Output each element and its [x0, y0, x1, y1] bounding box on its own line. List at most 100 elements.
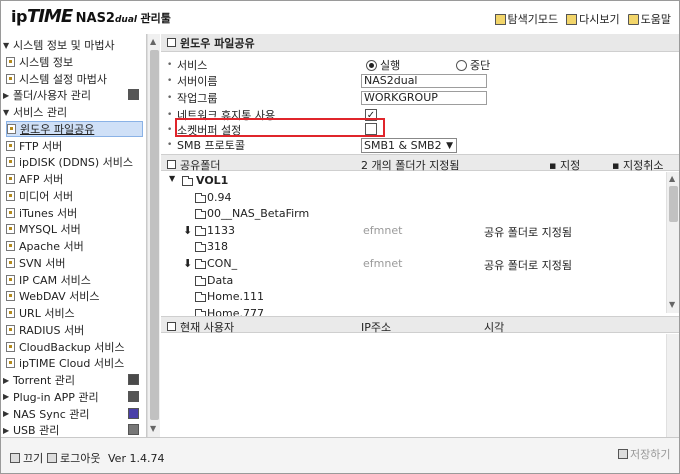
group-action-icon[interactable] — [128, 390, 139, 402]
power-icon — [10, 453, 20, 463]
chevron-down-icon: ▼ — [3, 40, 10, 50]
sidebar-scroll-thumb[interactable] — [150, 50, 159, 420]
tree-row[interactable]: 318 — [161, 240, 666, 255]
sidebar-item[interactable]: 미디어 서버 — [6, 188, 146, 204]
server-name-row: • 서버이름 — [167, 72, 217, 89]
smb-protocol-select[interactable]: SMB1 & SMB2 ▼ — [361, 138, 457, 153]
logo-brand-ip: ip — [11, 7, 27, 26]
sidebar-item[interactable]: ipDISK (DDNS) 서비스 — [6, 154, 146, 170]
sidebar-item[interactable]: 시스템 설정 마법사 — [6, 71, 146, 87]
folder-icon — [182, 176, 193, 186]
off-button[interactable]: 끄기 — [10, 450, 43, 466]
sidebar-item[interactable]: IP CAM 서비스 — [6, 272, 146, 288]
refresh-label: 다시보기 — [579, 13, 620, 26]
chevron-right-icon: ▶ — [3, 409, 10, 418]
sidebar-item[interactable]: AFP 서버 — [6, 171, 146, 187]
sidebar-item[interactable]: Apache 서버 — [6, 238, 146, 254]
scroll-up-icon[interactable]: ▲ — [669, 174, 675, 183]
tree-row[interactable]: Home.111 — [161, 290, 666, 305]
sidebar-item-label: 시스템 정보 — [19, 55, 74, 69]
server-name-input[interactable]: NAS2dual — [361, 74, 487, 88]
folder-name: VOL1 — [196, 174, 229, 187]
scroll-up-icon[interactable]: ▲ — [150, 37, 156, 46]
folder-name: Data — [207, 273, 234, 287]
sidebar-item-label: CloudBackup 서비스 — [19, 340, 125, 354]
sidebar-item[interactable]: ▼ 시스템 정보 및 마법사 — [3, 37, 146, 53]
logo-admin: 관리툴 — [140, 12, 171, 25]
users-panel-header: 현재 사용자 IP주소 시각 — [161, 316, 679, 334]
folder-icon — [195, 242, 206, 253]
tree-row[interactable]: 0.94 — [161, 191, 666, 206]
sidebar-item[interactable]: ▶ 폴더/사용자 관리 — [3, 87, 146, 103]
tree-row[interactable]: ⬇ 1133 efmnet 공유 폴더로 지정됨 — [161, 224, 666, 239]
sidebar-scrollbar[interactable]: ▲ ▼ — [147, 34, 160, 437]
sidebar-item[interactable]: CloudBackup 서비스 — [6, 339, 146, 355]
sidebar-item[interactable]: RADIUS 서버 — [6, 322, 146, 338]
footer: 끄기 로그아웃 Ver 1.4.74 저장하기 — [1, 437, 679, 473]
service-run-label: 실행 — [380, 59, 401, 72]
sidebar-item[interactable]: ▶ NAS Sync 관리 — [3, 406, 146, 422]
group-action-icon[interactable] — [128, 424, 139, 436]
save-button[interactable]: 저장하기 — [618, 446, 670, 462]
folder-icon — [195, 192, 206, 203]
logout-button[interactable]: 로그아웃 — [47, 450, 100, 466]
sidebar-item[interactable]: ipTIME Cloud 서비스 — [6, 355, 146, 371]
group-action-icon[interactable] — [128, 407, 139, 419]
page-icon — [6, 324, 15, 335]
sidebar-item-label: ipTIME Cloud 서비스 — [19, 357, 125, 371]
sidebar-item[interactable]: URL 서비스 — [6, 305, 146, 321]
sidebar-item[interactable]: ▶ Torrent 관리 — [3, 372, 146, 388]
page-icon — [6, 140, 15, 151]
users-scrollbar[interactable] — [666, 334, 679, 437]
sidebar-item[interactable]: FTP 서버 — [6, 138, 146, 154]
group-action-icon[interactable] — [128, 89, 139, 101]
chevron-down-icon[interactable]: ▼ — [169, 174, 175, 183]
shared-icon: ⬇ — [183, 257, 193, 270]
scroll-down-icon[interactable]: ▼ — [669, 300, 675, 309]
scroll-down-icon[interactable]: ▼ — [150, 424, 156, 433]
share-panel-header: 공유폴더 2 개의 폴더가 지정됨 ▪ 지정 ▪ 지정취소 — [161, 154, 679, 173]
radio-off-icon — [456, 59, 467, 71]
page-icon — [6, 341, 15, 352]
tree-row[interactable]: ▼ VOL1 — [161, 174, 666, 189]
folder-icon — [195, 259, 206, 269]
sidebar-item[interactable]: MYSQL 서버 — [6, 221, 146, 237]
refresh-button[interactable]: 다시보기 — [566, 11, 620, 27]
sidebar-item[interactable]: WebDAV 서비스 — [6, 288, 146, 304]
tree-scrollbar[interactable]: ▲ ▼ — [666, 172, 679, 313]
page-icon — [6, 190, 15, 201]
page-icon — [6, 157, 15, 168]
sidebar-item[interactable]: ▶ USB 관리 — [3, 422, 146, 437]
chevron-right-icon: ▶ — [3, 392, 10, 402]
sidebar-item[interactable]: 윈도우 파일공유 — [6, 120, 143, 137]
radio-on-icon — [366, 59, 377, 71]
set-share-button[interactable]: ▪ 지정 — [549, 157, 580, 173]
service-run-radio[interactable]: 실행 — [366, 57, 400, 73]
tree-row[interactable]: Data — [161, 274, 666, 289]
help-button[interactable]: 도움말 — [627, 11, 671, 27]
sidebar: ▼ 시스템 정보 및 마법사 시스템 정보 시스템 설정 마법사 ▶ 폴더/사용자 관리 ▼… — [1, 34, 147, 437]
ip-column: IP주소 — [361, 321, 392, 334]
sidebar-item[interactable]: ▼ 서비스 관리 — [3, 104, 146, 120]
sidebar-item[interactable]: 시스템 정보 — [6, 54, 146, 70]
unset-share-button[interactable]: ▪ 지정취소 — [612, 157, 663, 173]
workgroup-input[interactable]: WORKGROUP — [361, 91, 487, 105]
page-icon — [6, 174, 15, 184]
sidebar-item[interactable]: ▶ Plug-in APP 관리 — [3, 389, 146, 405]
explorer-mode-button[interactable]: 탐색기모드 — [494, 11, 558, 27]
share-folder-icon — [167, 160, 176, 169]
sidebar-item-label: 서비스 관리 — [13, 106, 68, 119]
sidebar-item[interactable]: iTunes 서버 — [6, 205, 146, 221]
sidebar-item-label: USB 관리 — [13, 424, 60, 437]
tree-row[interactable]: ⬇ CON_ efmnet 공유 폴더로 지정됨 — [161, 257, 666, 272]
sidebar-item[interactable]: SVN 서버 — [6, 255, 146, 271]
sidebar-item-label: MYSQL 서버 — [19, 223, 81, 237]
help-label: 도움말 — [640, 13, 671, 26]
service-stop-radio[interactable]: 중단 — [456, 57, 490, 73]
tree-row[interactable]: 00__NAS_BetaFirm — [161, 207, 666, 222]
smb-label: SMB 프로토콜 — [177, 138, 245, 152]
group-action-icon[interactable] — [128, 374, 139, 385]
page-icon — [7, 123, 16, 134]
tree-scroll-thumb[interactable] — [669, 186, 678, 222]
folder-name: 00__NAS_BetaFirm — [207, 207, 310, 221]
